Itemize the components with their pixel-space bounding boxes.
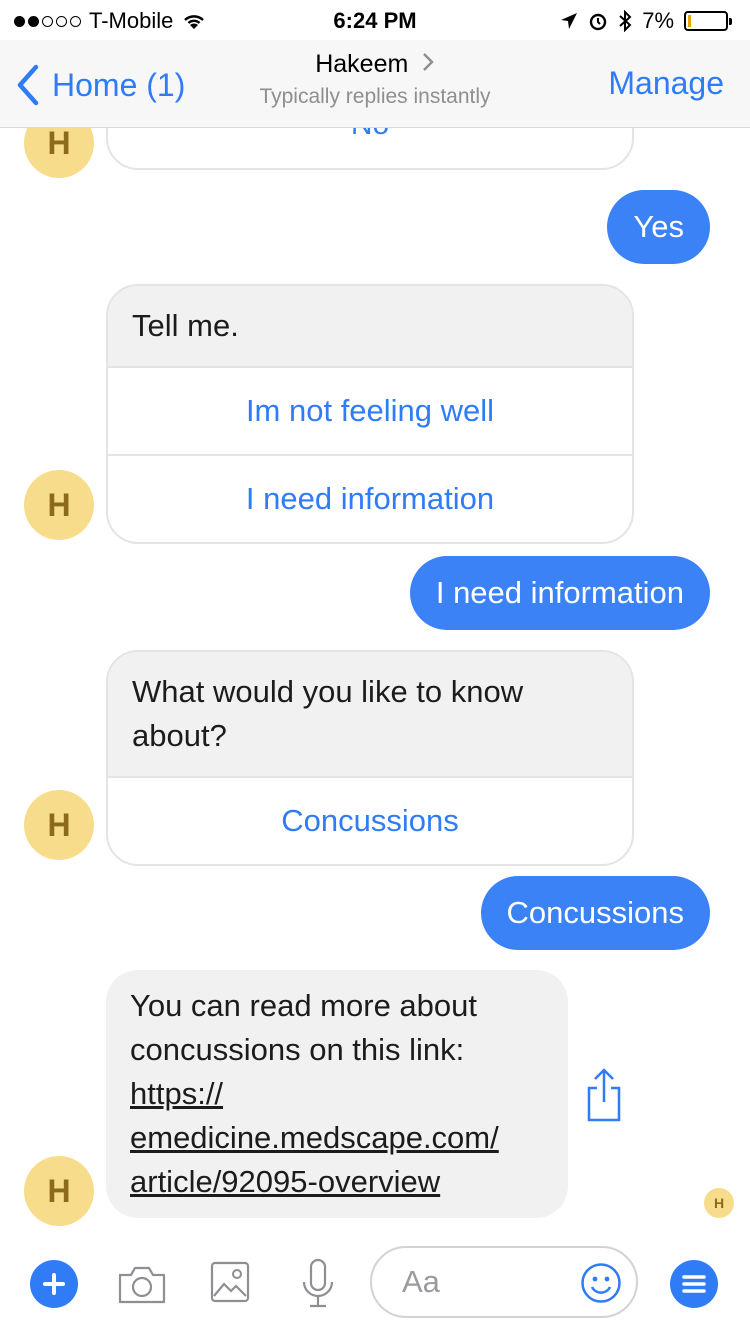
- quick-reply-option[interactable]: I need information: [108, 454, 632, 542]
- message-link[interactable]: https://: [130, 1072, 544, 1116]
- avatar: H: [24, 470, 94, 540]
- status-right: 7%: [560, 8, 732, 34]
- message-input[interactable]: Aa: [370, 1246, 638, 1318]
- menu-button[interactable]: [670, 1260, 718, 1308]
- quick-reply-option[interactable]: No: [108, 128, 632, 168]
- bot-message-text: What would you like to know about?: [108, 652, 632, 776]
- manage-button[interactable]: Manage: [608, 65, 724, 102]
- message-input-placeholder: Aa: [402, 1264, 440, 1299]
- microphone-icon: [302, 1258, 334, 1308]
- navigation-bar: Home (1) Hakeem Typically replies instan…: [0, 40, 750, 128]
- menu-icon: [682, 1275, 706, 1293]
- avatar: H: [24, 128, 94, 178]
- share-icon[interactable]: [584, 1066, 624, 1124]
- status-bar: T-Mobile 6:24 PM 7%: [0, 0, 750, 40]
- composer-toolbar: Aa: [0, 1234, 750, 1334]
- battery-icon: [684, 11, 732, 31]
- photo-icon: [210, 1261, 250, 1303]
- sent-message: Yes: [607, 190, 710, 264]
- battery-percent: 7%: [642, 8, 674, 33]
- quick-reply-card: What would you like to know about? Concu…: [106, 650, 634, 866]
- alarm-icon: [590, 13, 607, 31]
- contact-name: Hakeem: [315, 50, 409, 78]
- read-receipt-avatar: H: [704, 1188, 734, 1218]
- bluetooth-icon: [619, 10, 632, 32]
- quick-reply-card: No: [106, 128, 634, 170]
- message-link[interactable]: emedicine.medscape.com/: [130, 1116, 544, 1160]
- smiley-icon[interactable]: [580, 1262, 622, 1304]
- quick-reply-option[interactable]: Im not feeling well: [108, 366, 632, 454]
- location-arrow-icon: [561, 13, 578, 29]
- camera-button[interactable]: [116, 1260, 168, 1308]
- avatar: H: [24, 1156, 94, 1226]
- camera-icon: [118, 1266, 166, 1304]
- chevron-right-icon: [422, 53, 434, 71]
- quick-reply-card: Tell me. Im not feeling well I need info…: [106, 284, 634, 544]
- bot-message-text: Tell me.: [108, 286, 632, 366]
- quick-reply-option[interactable]: Concussions: [108, 776, 632, 864]
- photo-button[interactable]: [208, 1258, 252, 1306]
- sent-message: I need information: [409, 556, 710, 630]
- plus-icon: [43, 1273, 65, 1295]
- plus-button[interactable]: [30, 1260, 78, 1308]
- received-message-text: You can read more about concussions on t…: [130, 988, 477, 1067]
- sent-message: Concussions: [480, 876, 710, 950]
- message-list[interactable]: H No Yes Tell me. Im not feeling well I …: [0, 128, 750, 1234]
- message-link[interactable]: article/92095-overview: [130, 1160, 544, 1204]
- received-message: You can read more about concussions on t…: [106, 970, 568, 1218]
- avatar: H: [24, 790, 94, 860]
- microphone-button[interactable]: [296, 1256, 340, 1312]
- battery-level: [688, 15, 691, 27]
